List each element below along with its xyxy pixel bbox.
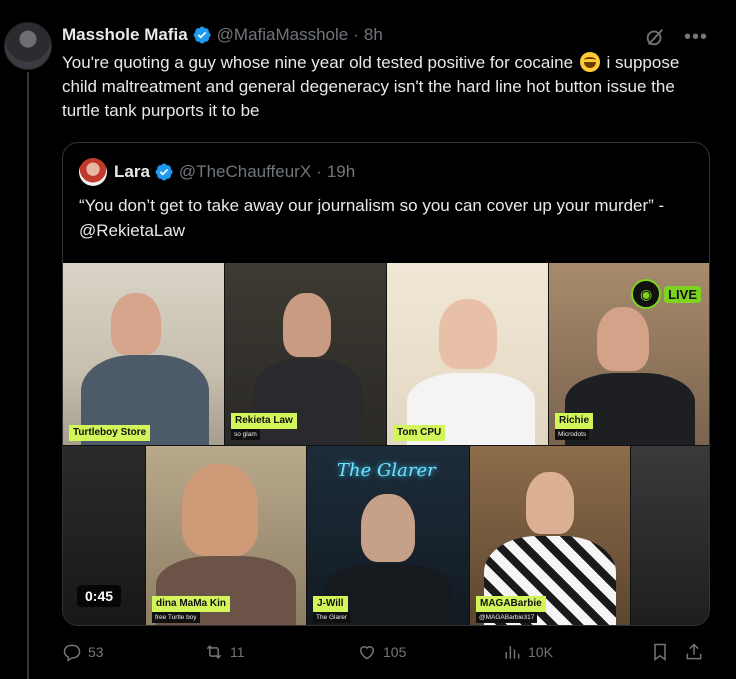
share-icon	[686, 643, 702, 660]
author-avatar[interactable]	[4, 22, 52, 70]
participant-subtitle-tag: so glam	[231, 429, 260, 440]
tweet-time[interactable]: 8h	[364, 25, 383, 45]
share-button[interactable]	[684, 642, 704, 662]
participant-name-tag: Tom CPU	[393, 425, 446, 441]
separator-dot: ·	[316, 162, 322, 181]
tweet-top-actions: •••	[644, 26, 708, 48]
participant-name-tag: J-Will	[313, 596, 348, 612]
quoted-tweet-text: “You don’t get to take away our journali…	[79, 196, 665, 240]
participant-subtitle-tag: Microdots	[555, 429, 590, 440]
verified-badge-icon	[155, 163, 173, 181]
video-tile-crowd-right	[631, 446, 709, 625]
author-handle[interactable]: @MafiaMasshole	[217, 25, 349, 45]
participant-name-tag: dina MaMa Kin	[152, 596, 231, 612]
reply-button[interactable]: 53	[62, 642, 104, 662]
more-options-icon[interactable]: •••	[684, 27, 708, 47]
repost-button[interactable]: 11	[204, 642, 245, 662]
neon-sign: The Glarer	[337, 460, 436, 481]
tweet[interactable]: Masshole Mafia @MafiaMasshole · 8h ••• Y…	[0, 0, 736, 679]
video-tile-rekieta: Rekieta Law so glam	[225, 263, 386, 445]
grok-icon[interactable]	[644, 26, 666, 48]
reply-count: 53	[88, 644, 104, 660]
verified-badge-icon	[193, 26, 211, 44]
video-duration: 0:45	[77, 585, 122, 607]
repost-icon	[206, 645, 222, 659]
tweet-text-part-1: You're quoting a guy whose nine year old…	[62, 53, 574, 72]
thread-line	[27, 72, 29, 679]
participant-name-tag: Richie	[555, 413, 594, 429]
tweet-header: Masshole Mafia @MafiaMasshole · 8h	[62, 24, 383, 46]
like-count: 105	[383, 644, 407, 660]
quoted-tweet[interactable]: Lara @TheChauffeurX · 19h “You don’t get…	[62, 142, 710, 626]
video-player[interactable]: Turtleboy Store Rekieta Law so glam Tom …	[63, 263, 709, 625]
separator-dot: ·	[353, 25, 359, 44]
participant-subtitle-tag: free Turtle boy	[152, 612, 200, 623]
grinning-squinting-face-emoji-icon	[579, 52, 600, 72]
quoted-author-avatar[interactable]	[79, 158, 107, 186]
view-count: 10K	[528, 644, 553, 660]
participant-name-tag: Rekieta Law	[231, 413, 297, 429]
tweet-actions: 53 11 105 10K	[62, 642, 712, 666]
broadcast-icon: ◉	[631, 279, 662, 309]
live-label: LIVE	[664, 285, 701, 303]
bookmark-button[interactable]	[650, 642, 670, 662]
quoted-tweet-header: Lara @TheChauffeurX · 19h	[79, 158, 355, 186]
reply-icon	[63, 644, 81, 662]
participant-subtitle-tag: The Glarer	[313, 612, 351, 623]
author-display-name[interactable]: Masshole Mafia	[62, 25, 188, 45]
video-tile-dina: dina MaMa Kin free Turtle boy	[146, 446, 306, 625]
views-button[interactable]: 10K	[502, 642, 553, 662]
participant-name-tag: MAGABarbie	[476, 596, 546, 612]
analytics-icon	[505, 646, 520, 659]
quoted-author-display-name[interactable]: Lara	[114, 162, 150, 182]
tweet-text: You're quoting a guy whose nine year old…	[62, 51, 712, 123]
video-tile-j-will: The Glarer J-Will The Glarer	[307, 446, 469, 625]
like-button[interactable]: 105	[357, 642, 406, 662]
video-tile-magabarbie: MAGABarbie @MAGABarbie317	[470, 446, 630, 625]
bookmark-icon	[654, 643, 666, 661]
participant-subtitle-tag: @MAGABarbie317	[476, 612, 538, 623]
participant-name-tag: Turtleboy Store	[69, 425, 151, 441]
quoted-author-handle[interactable]: @TheChauffeurX	[179, 162, 311, 182]
video-tile-tom-cpu: Tom CPU	[387, 263, 548, 445]
quoted-tweet-time[interactable]: 19h	[327, 162, 355, 182]
repost-count: 11	[230, 644, 245, 660]
video-tile-richie: ◉ LIVE Richie Microdots	[549, 263, 709, 445]
live-badge: ◉ LIVE	[631, 279, 701, 309]
heart-icon	[359, 646, 375, 660]
video-tile-turtleboy: Turtleboy Store	[63, 263, 224, 445]
